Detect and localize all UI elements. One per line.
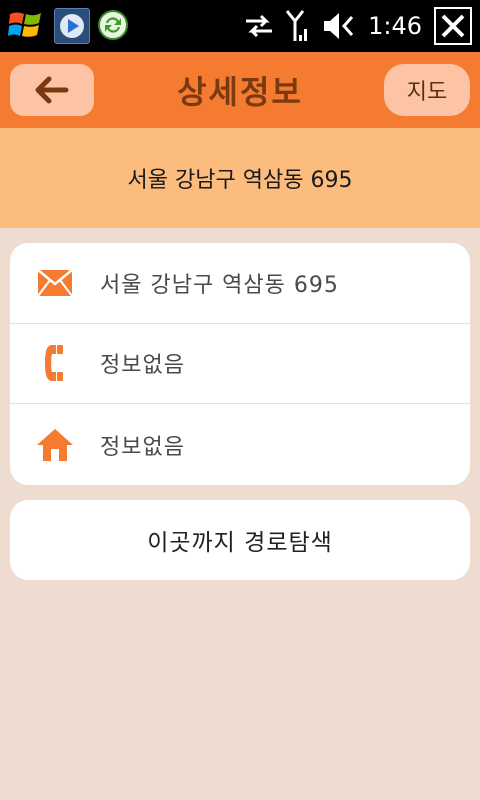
signal-icon [286, 9, 310, 43]
address-row[interactable]: 서울 강남구 역삼동 695 [10, 243, 470, 324]
address-banner: 서울 강남구 역삼동 695 [0, 128, 480, 228]
route-search-button[interactable]: 이곳까지 경로탐색 [10, 500, 470, 580]
windows-logo-icon[interactable] [6, 6, 46, 44]
media-player-icon[interactable] [54, 8, 90, 44]
status-bar: 1:46 [0, 0, 480, 52]
header-bar: 상세정보 지도 [0, 52, 480, 128]
info-card: 서울 강남구 역삼동 695 정보없음 정보없음 [10, 243, 470, 485]
homepage-text: 정보없음 [100, 434, 185, 460]
phone-text: 정보없음 [100, 353, 185, 379]
close-icon[interactable] [434, 7, 472, 45]
arrow-left-icon [35, 76, 69, 104]
phone-icon [10, 343, 100, 383]
map-button[interactable]: 지도 [384, 64, 470, 116]
clock-time: 1:46 [368, 12, 422, 40]
phone-row[interactable]: 정보없음 [10, 324, 470, 405]
mail-icon [10, 268, 100, 297]
home-icon [10, 427, 100, 463]
back-button[interactable] [10, 64, 94, 116]
data-transfer-icon [244, 12, 274, 40]
address-text: 서울 강남구 역삼동 695 [100, 272, 339, 298]
volume-muted-icon [322, 11, 356, 41]
homepage-row[interactable]: 정보없음 [10, 404, 470, 485]
sync-icon[interactable] [96, 6, 130, 44]
